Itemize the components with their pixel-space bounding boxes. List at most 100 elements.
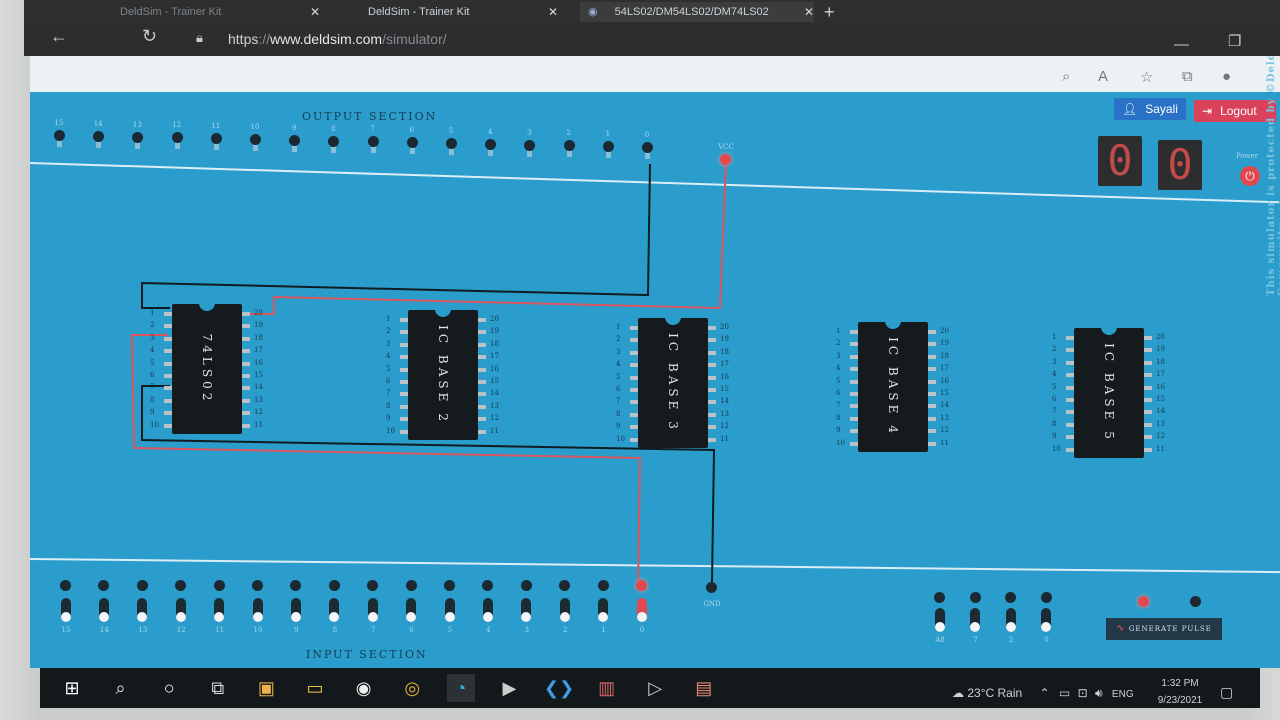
taskbar-chrome-icon[interactable]: ◎ xyxy=(398,674,426,702)
ic-pin[interactable] xyxy=(164,324,172,329)
taskbar-cortana-icon[interactable]: ○ xyxy=(155,674,183,702)
output-led[interactable] xyxy=(524,139,536,151)
aux-toggle-switch[interactable] xyxy=(1041,608,1051,632)
ic-pin[interactable] xyxy=(928,416,936,421)
taskbar-prime-video-icon[interactable]: ▷ xyxy=(641,674,669,702)
ic-pin[interactable] xyxy=(478,342,486,347)
ic-pin[interactable] xyxy=(164,411,172,416)
ic-pin[interactable] xyxy=(164,312,172,316)
taskbar-start-icon[interactable]: ⊞ xyxy=(58,674,86,702)
ic-pin[interactable] xyxy=(1066,435,1074,440)
ic-pin[interactable] xyxy=(850,441,858,446)
ic-chip[interactable]: IC BASE 5 xyxy=(1074,327,1144,458)
ic-pin[interactable] xyxy=(708,388,716,392)
ic-pin[interactable] xyxy=(478,392,486,397)
close-icon[interactable]: ✕ xyxy=(548,2,558,22)
ic-pin[interactable] xyxy=(630,338,638,343)
output-led[interactable] xyxy=(93,130,105,142)
ic-pin[interactable] xyxy=(1144,435,1152,440)
ic-pin[interactable] xyxy=(400,342,408,347)
aux-toggle-switch[interactable] xyxy=(970,608,980,632)
ic-pin[interactable] xyxy=(164,423,172,428)
ic-pin[interactable] xyxy=(708,338,716,343)
input-toggle-switch[interactable] xyxy=(252,598,263,622)
ic-pin[interactable] xyxy=(850,379,858,384)
ic-pin[interactable] xyxy=(928,404,936,409)
ic-pin[interactable] xyxy=(1144,360,1152,365)
tab-deldsim-2[interactable]: DeldSim - Trainer Kit ✕ xyxy=(342,2,558,22)
ic-pin[interactable] xyxy=(400,392,408,397)
gnd-terminal[interactable] xyxy=(706,582,717,593)
close-icon[interactable]: ✕ xyxy=(310,2,320,22)
ic-pin[interactable] xyxy=(708,437,716,442)
input-toggle-switch[interactable] xyxy=(175,598,186,622)
power-button[interactable]: ⏻ xyxy=(1240,166,1260,186)
input-toggle-switch[interactable] xyxy=(406,598,417,622)
ic-pin[interactable] xyxy=(242,398,250,403)
input-toggle-switch[interactable] xyxy=(329,598,340,622)
ic-pin[interactable] xyxy=(1066,385,1074,390)
ic-pin[interactable] xyxy=(1144,336,1152,340)
ic-pin[interactable] xyxy=(478,404,486,409)
network-icon[interactable]: ⊡ xyxy=(1078,686,1088,700)
input-toggle-switch[interactable] xyxy=(214,598,225,622)
ic-pin[interactable] xyxy=(1066,398,1074,402)
input-toggle-switch[interactable] xyxy=(521,598,532,622)
ic-pin[interactable] xyxy=(242,361,250,366)
back-arrow-icon[interactable]: ← xyxy=(50,26,68,47)
ic-pin[interactable] xyxy=(164,336,172,341)
ic-pin[interactable] xyxy=(850,416,858,421)
taskbar-books-icon[interactable]: ▥ xyxy=(593,674,621,702)
output-led[interactable] xyxy=(289,134,301,146)
ic-pin[interactable] xyxy=(242,411,250,416)
input-toggle-switch[interactable] xyxy=(636,598,647,622)
ic-pin[interactable] xyxy=(400,380,408,384)
tab-54ls02[interactable]: ◉ 54LS02/DM54LS02/DM74LS02 ✕ xyxy=(580,2,814,22)
ic-pin[interactable] xyxy=(630,363,638,368)
ic-pin[interactable] xyxy=(242,324,250,329)
input-toggle-switch[interactable] xyxy=(290,598,301,622)
ic-pin[interactable] xyxy=(630,412,638,417)
ic-pin[interactable] xyxy=(708,412,716,417)
ic-pin[interactable] xyxy=(928,379,936,384)
ic-pin[interactable] xyxy=(630,375,638,380)
new-tab-button[interactable]: + xyxy=(824,2,835,22)
taskbar-vscode-icon[interactable]: ❮❯ xyxy=(544,674,574,702)
ic-pin[interactable] xyxy=(928,429,936,434)
ic-chip[interactable]: IC BASE 4 xyxy=(858,321,928,452)
ic-pin[interactable] xyxy=(1066,360,1074,365)
ic-pin[interactable] xyxy=(708,375,716,380)
output-led[interactable] xyxy=(406,137,418,149)
ic-pin[interactable] xyxy=(242,336,250,341)
ic-pin[interactable] xyxy=(708,326,716,330)
minimize-icon[interactable]: — xyxy=(1174,36,1189,53)
ic-pin[interactable] xyxy=(400,417,408,422)
input-toggle-switch[interactable] xyxy=(559,598,570,622)
input-toggle-switch[interactable] xyxy=(60,598,71,622)
ic-pin[interactable] xyxy=(478,355,486,360)
restore-icon[interactable]: ❐ xyxy=(1228,32,1241,50)
ic-pin[interactable] xyxy=(928,330,936,334)
ic-pin[interactable] xyxy=(478,367,486,372)
ic-pin[interactable] xyxy=(850,354,858,359)
ic-pin[interactable] xyxy=(928,354,936,359)
ic-pin[interactable] xyxy=(1144,373,1152,378)
input-toggle-switch[interactable] xyxy=(98,598,109,622)
weather-text[interactable]: 23°C Rain xyxy=(967,686,1022,700)
ic-pin[interactable] xyxy=(478,330,486,335)
output-led[interactable] xyxy=(250,134,261,145)
clock[interactable]: 1:32 PM 9/23/2021 xyxy=(1150,678,1210,706)
ic-chip[interactable]: IC BASE 3 xyxy=(638,317,708,448)
close-icon[interactable]: ✕ xyxy=(804,2,814,22)
language-indicator[interactable]: ENG xyxy=(1112,689,1134,700)
ic-pin[interactable] xyxy=(630,400,638,405)
taskbar-task-view-icon[interactable]: ⧉ xyxy=(204,674,232,702)
ic-pin[interactable] xyxy=(164,374,172,378)
ic-pin[interactable] xyxy=(1144,385,1152,390)
ic-pin[interactable] xyxy=(928,342,936,347)
output-led[interactable] xyxy=(563,140,575,152)
output-led[interactable] xyxy=(602,141,614,153)
ic-pin[interactable] xyxy=(1144,348,1152,353)
ic-pin[interactable] xyxy=(630,437,638,442)
input-toggle-switch[interactable] xyxy=(598,598,609,622)
